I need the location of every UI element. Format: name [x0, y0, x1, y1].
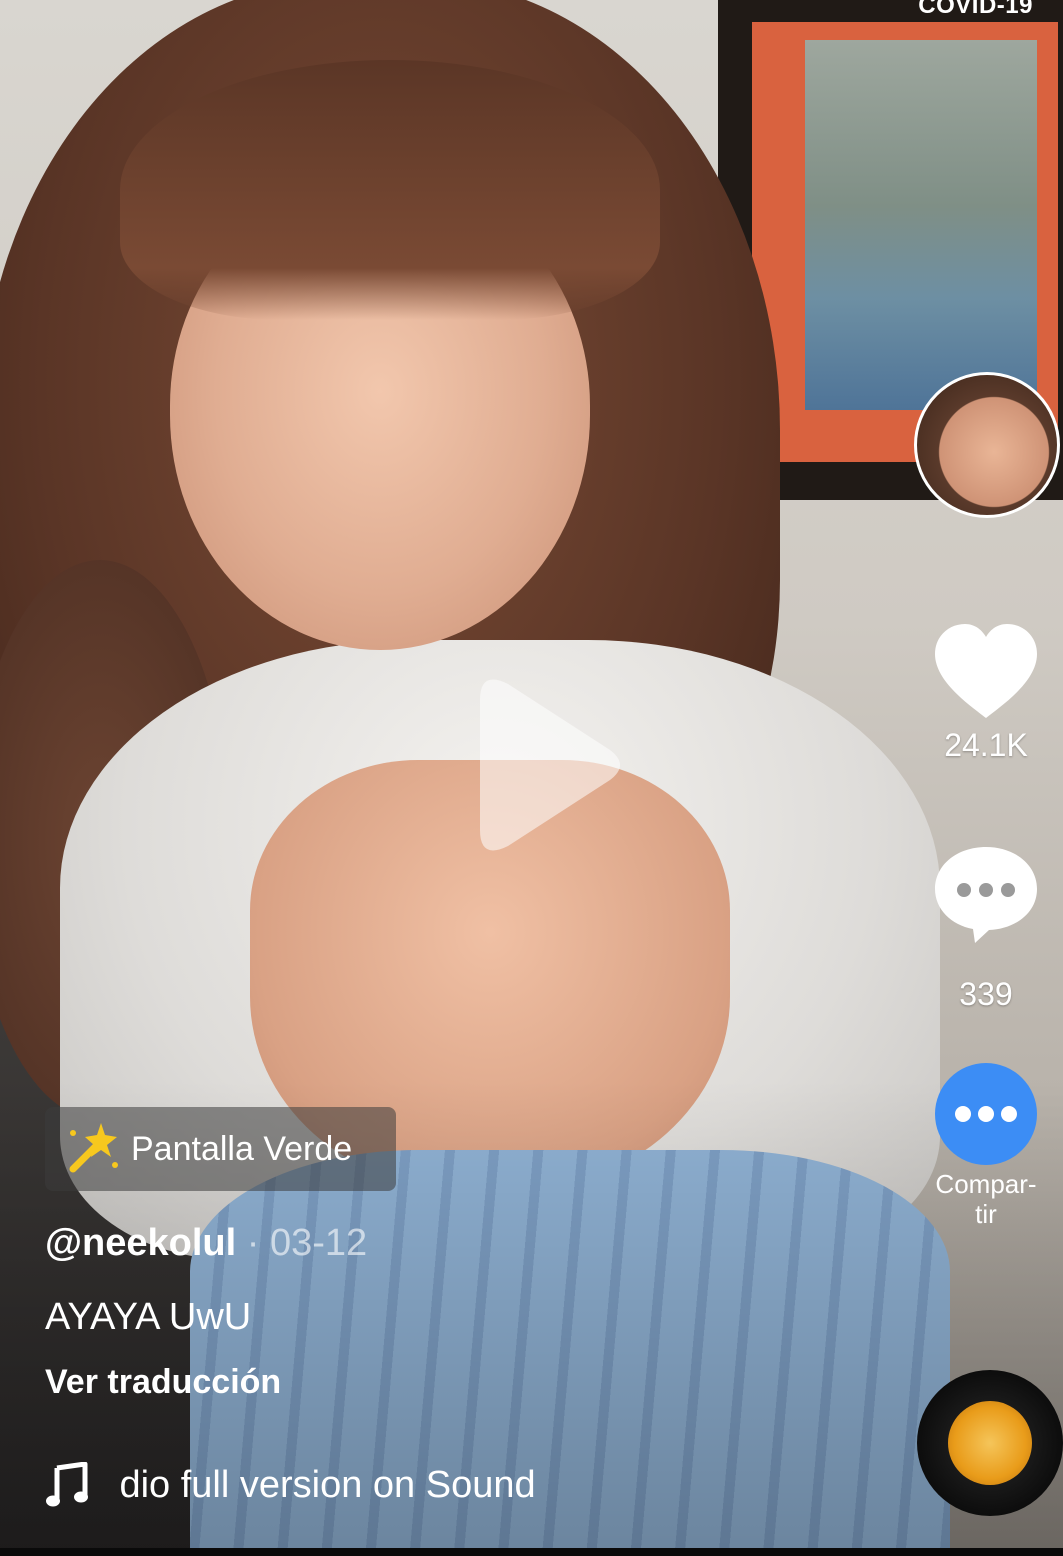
play-icon[interactable]	[460, 670, 630, 860]
music-title: idio full version on Sound	[119, 1463, 536, 1506]
music-disc-cover	[948, 1401, 1032, 1485]
like-count: 24.1K	[944, 727, 1028, 763]
effect-pill[interactable]: Pantalla Verde	[45, 1107, 396, 1191]
video-subject-bangs	[120, 60, 660, 320]
comment-icon[interactable]	[931, 843, 1041, 947]
music-marquee: idio full version on Sound	[119, 1464, 589, 1507]
heart-icon[interactable]	[931, 622, 1041, 722]
effect-name: Pantalla Verde	[131, 1129, 353, 1168]
covid-banner[interactable]: COVID-19	[918, 0, 1033, 20]
creator-line: @neekolul · 03-12	[45, 1222, 368, 1264]
share-label-line1: Compar-	[935, 1169, 1037, 1199]
creator-avatar[interactable]	[914, 372, 1060, 518]
like-action[interactable]: 24.1K	[925, 622, 1047, 764]
share-action[interactable]: Compar- tir	[925, 1063, 1047, 1229]
share-button[interactable]	[935, 1063, 1037, 1165]
magic-wand-icon	[69, 1123, 118, 1173]
comment-count: 339	[959, 976, 1013, 1012]
share-label-line2: tir	[975, 1199, 997, 1229]
share-label: Compar- tir	[925, 1169, 1047, 1229]
music-disc[interactable]	[917, 1370, 1063, 1516]
music-row[interactable]: idio full version on Sound	[45, 1455, 589, 1515]
more-dots-icon	[955, 1106, 1017, 1122]
comment-action[interactable]: 339	[925, 843, 1047, 1013]
post-date: 03-12	[270, 1222, 368, 1264]
video-player[interactable]: COVID-19 24.1K 339 Compar- tir Pantalla …	[0, 0, 1063, 1556]
caption-text: AYAYA UwU	[45, 1296, 252, 1338]
bottom-edge	[0, 1548, 1063, 1556]
creator-handle[interactable]: @neekolul	[45, 1222, 236, 1264]
translate-link[interactable]: Ver traducción	[45, 1363, 281, 1402]
music-note-icon	[46, 1462, 88, 1507]
wall-painting-art	[805, 40, 1037, 410]
